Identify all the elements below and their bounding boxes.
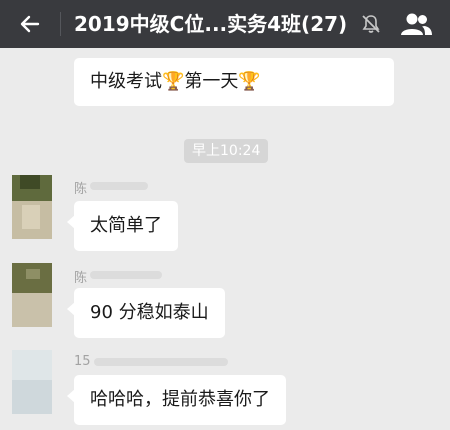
- members-button[interactable]: [396, 8, 436, 40]
- chat-screen: 2019中级C位...实务4班(27) 中级考试🏆第一天🏆 早上10:24 陈 …: [0, 0, 450, 430]
- message-bubble[interactable]: 哈哈哈，提前恭喜你了: [67, 375, 286, 425]
- group-members-icon: [401, 13, 432, 35]
- title-bar: 2019中级C位...实务4班(27): [0, 0, 450, 48]
- back-arrow-icon: [20, 15, 40, 33]
- chat-title: 2019中级C位...实务4班(27): [74, 12, 348, 36]
- blurred-name: [90, 271, 162, 279]
- avatar[interactable]: [12, 263, 52, 327]
- bell-muted-icon: [362, 15, 380, 33]
- blurred-name: [90, 182, 148, 190]
- message-bubble[interactable]: 太简单了: [67, 201, 178, 251]
- message-text: 太简单了: [90, 215, 162, 236]
- message-text: 中级考试🏆第一天🏆: [90, 71, 261, 92]
- title-divider: [60, 12, 61, 36]
- sender-name: 15: [74, 354, 91, 369]
- message-list[interactable]: 中级考试🏆第一天🏆 早上10:24 陈 太简单了 陈 90 分稳如泰山 15 哈…: [0, 48, 450, 430]
- message-bubble[interactable]: 中级考试🏆第一天🏆: [74, 58, 394, 106]
- blurred-name: [94, 358, 228, 366]
- message-text: 哈哈哈，提前恭喜你了: [90, 389, 270, 410]
- avatar[interactable]: [12, 175, 52, 239]
- sender-name: 陈: [74, 182, 88, 197]
- message-bubble[interactable]: 90 分稳如泰山: [67, 288, 225, 338]
- sender-name: 陈: [74, 271, 88, 286]
- back-button[interactable]: [14, 8, 46, 40]
- message-text: 90 分稳如泰山: [90, 302, 209, 323]
- time-divider: 早上10:24: [184, 139, 269, 163]
- avatar[interactable]: [12, 350, 52, 414]
